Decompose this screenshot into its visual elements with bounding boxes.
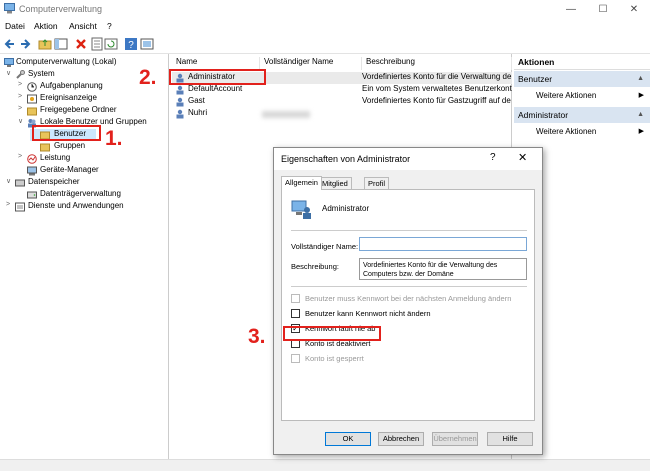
table-row[interactable]: Nuhri <box>172 108 512 120</box>
clock-icon <box>27 82 37 92</box>
menu-bar: Datei Aktion Ansicht ? <box>0 19 650 34</box>
actions-section-administrator[interactable]: Administrator ▲ <box>514 107 650 123</box>
shared-folder-icon <box>27 107 37 116</box>
tab-allgemein[interactable]: Allgemein <box>281 176 322 190</box>
show-hide-tree-icon[interactable] <box>54 37 68 51</box>
more-actions-administrator[interactable]: Weitere Aktionen ▶ <box>514 124 650 139</box>
performance-icon <box>27 154 37 164</box>
minimize-button[interactable]: — <box>556 0 586 19</box>
step-3-label: 3. <box>248 325 266 348</box>
services-icon <box>15 202 25 212</box>
highlight-konto-deaktiviert <box>283 326 381 341</box>
svg-text:?: ? <box>128 40 134 51</box>
computer-management-icon <box>4 3 15 14</box>
description-input[interactable]: Vordefiniertes Konto für die Verwaltung … <box>359 258 527 280</box>
back-icon[interactable] <box>3 37 17 51</box>
collapse-icon[interactable]: ∨ <box>18 117 26 125</box>
actions-title: Aktionen <box>514 54 650 70</box>
divider <box>291 230 527 231</box>
apply-button[interactable]: Übernehmen <box>432 432 478 446</box>
cancel-button[interactable]: Abbrechen <box>378 432 424 446</box>
account-name: Administrator <box>322 204 370 213</box>
fullname-label: Vollständiger Name: <box>291 242 359 251</box>
table-row[interactable]: Gast Vordefiniertes Konto für Gastzugrif… <box>172 96 512 108</box>
column-header-fullname[interactable]: Vollständiger Name <box>260 57 362 70</box>
device-manager-icon <box>27 166 37 176</box>
tab-panel-allgemein: Administrator Vollständiger Name: Beschr… <box>281 189 535 421</box>
storage-icon <box>15 179 25 187</box>
close-window-button[interactable]: ✕ <box>619 0 649 19</box>
title-bar: Computerverwaltung — ☐ ✕ <box>0 0 650 19</box>
user-icon <box>176 97 184 107</box>
submenu-arrow-icon: ▶ <box>638 128 644 135</box>
collapse-caret-icon[interactable]: ▲ <box>637 107 644 123</box>
menu-datei[interactable]: Datei <box>5 21 25 31</box>
expand-icon[interactable]: > <box>18 153 26 160</box>
expand-icon[interactable]: > <box>18 81 26 88</box>
expand-icon[interactable]: > <box>6 201 14 208</box>
user-icon <box>176 85 184 95</box>
more-actions-benutzer[interactable]: Weitere Aktionen ▶ <box>514 88 650 103</box>
dialog-help-button[interactable]: ? <box>490 152 496 163</box>
help-button[interactable]: Hilfe <box>487 432 533 446</box>
actions-section-benutzer[interactable]: Benutzer ▲ <box>514 71 650 87</box>
window-title: Computerverwaltung <box>19 4 103 14</box>
delete-icon[interactable] <box>74 37 88 51</box>
folder-icon <box>40 143 50 152</box>
step-2-label: 2. <box>139 66 157 89</box>
menu-aktion[interactable]: Aktion <box>34 21 58 31</box>
dialog-title: Eigenschaften von Administrator <box>281 154 411 164</box>
menu-ansicht[interactable]: Ansicht <box>69 21 97 31</box>
status-bar <box>0 459 650 471</box>
maximize-button[interactable]: ☐ <box>588 0 618 19</box>
expand-icon[interactable]: > <box>18 93 26 100</box>
fullname-input[interactable] <box>359 237 527 251</box>
user-account-icon <box>291 200 311 219</box>
disk-icon <box>27 191 37 199</box>
step-1-label: 1. <box>105 127 123 150</box>
computer-icon <box>4 58 14 67</box>
submenu-arrow-icon: ▶ <box>638 92 644 99</box>
redacted-fullname <box>262 111 310 118</box>
event-viewer-icon <box>27 94 37 104</box>
highlight-benutzer <box>32 125 101 141</box>
highlight-administrator <box>169 69 266 85</box>
table-row[interactable]: DefaultAccount Ein vom System verwaltete… <box>172 84 512 96</box>
tools-icon <box>16 70 25 79</box>
navigation-tree: Computerverwaltung (Lokal) ∨ System > Au… <box>0 54 169 459</box>
collapse-icon[interactable]: ∨ <box>6 69 14 77</box>
toolbar: ? <box>0 34 650 54</box>
ok-button[interactable]: OK <box>325 432 371 446</box>
divider <box>291 286 527 287</box>
collapse-icon[interactable]: ∨ <box>6 177 14 185</box>
dialog-title-bar: Eigenschaften von Administrator ? ✕ <box>274 148 542 170</box>
menu-help[interactable]: ? <box>107 21 112 31</box>
expand-icon[interactable]: > <box>18 105 26 112</box>
dialog-close-button[interactable]: ✕ <box>518 151 527 164</box>
collapse-caret-icon[interactable]: ▲ <box>637 71 644 87</box>
column-header-description[interactable]: Beschreibung <box>362 57 512 70</box>
refresh-icon[interactable] <box>104 37 118 51</box>
console-icon[interactable] <box>140 37 154 51</box>
folder-up-icon[interactable] <box>38 37 52 51</box>
properties-icon[interactable] <box>90 37 104 51</box>
description-label: Beschreibung: <box>291 262 339 271</box>
help-icon[interactable]: ? <box>124 37 138 51</box>
forward-icon[interactable] <box>18 37 32 51</box>
user-icon <box>176 109 184 119</box>
properties-dialog: Eigenschaften von Administrator ? ✕ Allg… <box>273 147 543 455</box>
